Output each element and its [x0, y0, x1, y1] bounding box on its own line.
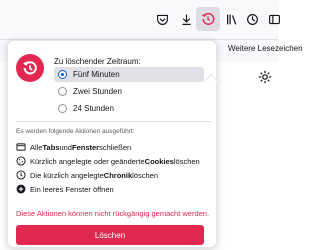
history-icon[interactable]: [240, 7, 264, 31]
radio-button[interactable]: [58, 87, 67, 96]
other-bookmarks-item[interactable]: Weitere Lesezeichen: [228, 44, 303, 53]
range-title: Zu löschender Zeitraum:: [54, 57, 141, 66]
radio-button[interactable]: [58, 70, 67, 79]
cookie-icon: [16, 156, 26, 166]
plus-circle-icon: [16, 184, 26, 194]
panel-arrow: [203, 73, 219, 89]
irreversible-warning: Diese Aktionen können nicht rückgängig g…: [16, 209, 210, 218]
divider: [16, 121, 212, 122]
radio-button[interactable]: [58, 104, 67, 113]
option-label: Fünf Minuten: [73, 70, 120, 79]
gear-icon[interactable]: [258, 70, 272, 84]
toolbar: [0, 0, 280, 40]
history-icon: [16, 170, 26, 180]
action-delete-history: Die kürzlich angelegte Chronik löschen: [16, 169, 158, 181]
forget-logo-icon: [16, 54, 44, 82]
option-24-hours[interactable]: 24 Stunden: [54, 101, 204, 116]
download-icon[interactable]: [174, 7, 198, 31]
action-delete-cookies: Kürzlich angelegte oder geänderte Cookie…: [16, 155, 200, 167]
option-label: 24 Stunden: [73, 104, 114, 113]
action-close-tabs: Alle Tabs und Fenster schließen: [16, 141, 131, 153]
sidebar-icon[interactable]: [262, 7, 286, 31]
delete-button[interactable]: Löschen: [16, 225, 204, 245]
actions-heading: Es werden folgende Aktionen ausgeführt:: [16, 128, 135, 135]
option-five-minutes[interactable]: Fünf Minuten: [54, 67, 204, 82]
forget-icon[interactable]: [196, 7, 220, 31]
action-open-window: Ein leeres Fenster öffnen: [16, 183, 114, 195]
option-label: Zwei Stunden: [73, 87, 122, 96]
option-two-hours[interactable]: Zwei Stunden: [54, 84, 204, 99]
pocket-icon[interactable]: [150, 7, 174, 31]
tabs-icon: [16, 142, 26, 152]
